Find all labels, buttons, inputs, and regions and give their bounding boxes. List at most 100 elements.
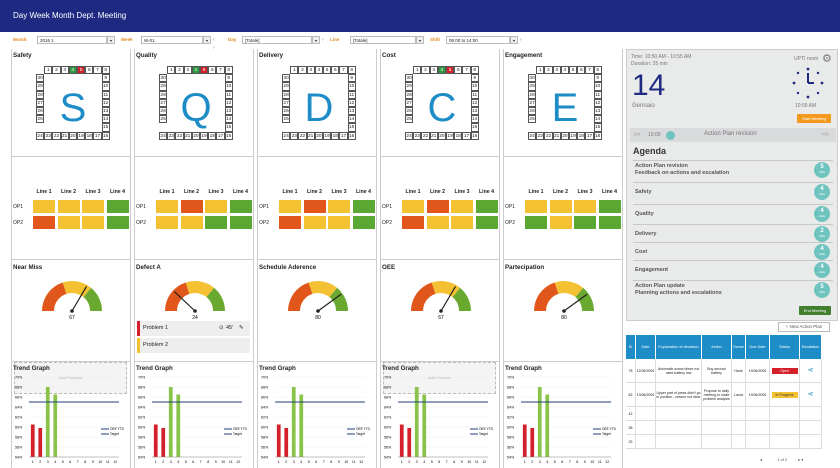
line-filter[interactable]: Line [Totale] ▾ [330,36,424,44]
calendar-day[interactable]: 29 [405,82,414,91]
calendar-day[interactable]: 30 [282,74,291,83]
new-action-plan-button[interactable]: + New Action Plan [778,322,830,332]
calendar-day[interactable]: 24 [159,131,168,140]
calendar-day[interactable]: 12 [101,98,110,107]
calendar-day[interactable]: 25 [36,115,45,124]
calendar-day[interactable]: 28 [36,90,45,99]
calendar-day[interactable]: 16 [347,131,356,140]
calendar-day[interactable]: 24 [528,131,537,140]
grid-cell[interactable] [524,215,548,230]
calendar-day[interactable]: 7 [585,66,594,75]
calendar-day[interactable]: 7 [216,66,225,75]
next-icon[interactable]: › [520,36,522,44]
calendar-day[interactable]: 13 [593,107,602,116]
calendar-day[interactable]: 8 [347,66,356,75]
calendar-day[interactable]: 26 [159,107,168,116]
calendar-day[interactable]: 17 [339,131,348,140]
calendar-day[interactable]: 15 [347,123,356,132]
day-filter[interactable]: Day [Totale] ▾ › [228,36,324,44]
table-header[interactable]: Action [702,335,732,359]
grid-cell[interactable] [597,215,622,230]
grid-cell[interactable] [32,215,56,230]
calendar-day[interactable]: 12 [224,98,233,107]
table-header[interactable]: ID [626,335,636,359]
calendar-day[interactable]: 30 [405,74,414,83]
calendar-day[interactable]: 27 [159,98,168,107]
grid-cell[interactable] [597,199,622,214]
month-filter[interactable]: Month 2016 1 ▾ [13,36,115,44]
share-icon[interactable]: ⋖ [808,391,814,398]
calendar-day[interactable]: 6 [454,66,463,75]
calendar-day[interactable]: 25 [528,115,537,124]
calendar-day[interactable]: 6 [331,66,340,75]
calendar-day[interactable]: 11 [470,90,479,99]
grid-cell[interactable] [302,199,327,214]
calendar-day[interactable]: 6 [577,66,586,75]
grid-cell[interactable] [450,199,474,214]
grid-cell[interactable] [524,199,548,214]
grid-cell[interactable] [302,215,327,230]
calendar-day[interactable]: 7 [462,66,471,75]
grid-cell[interactable] [155,215,179,230]
calendar-day[interactable]: 7 [339,66,348,75]
shift-filter[interactable]: Shift 06:00 to 14:00 ▾ › [430,36,522,44]
calendar-day[interactable]: 8 [593,66,602,75]
calendar-day[interactable]: 9 [101,74,110,83]
end-meeting-button[interactable]: End Meeting [799,306,831,315]
calendar-day[interactable]: 16 [593,131,602,140]
calendar-day[interactable]: 6 [85,66,94,75]
start-meeting-button[interactable]: Start Meeting [797,114,831,123]
calendar-day[interactable]: 2 [175,66,184,75]
calendar-day[interactable]: 3 [429,66,438,75]
calendar-day[interactable]: 26 [528,107,537,116]
calendar-day[interactable]: 10 [593,82,602,91]
calendar-day[interactable]: 15 [224,123,233,132]
calendar-day[interactable]: 10 [224,82,233,91]
month-select[interactable]: 2016 1 [37,36,107,44]
calendar-day[interactable]: 15 [470,123,479,132]
grid-cell[interactable] [56,215,81,230]
line-select[interactable]: [Totale] [350,36,416,44]
calendar-day[interactable]: 16 [224,131,233,140]
calendar-day[interactable]: 13 [224,107,233,116]
calendar-day[interactable]: 27 [282,98,291,107]
calendar-day[interactable]: 5 [569,66,578,75]
calendar-day[interactable]: 30 [159,74,168,83]
calendar-day[interactable]: 12 [470,98,479,107]
grid-cell[interactable] [105,215,130,230]
calendar-day[interactable]: 4 [437,66,446,75]
calendar-day[interactable]: 10 [470,82,479,91]
calendar-day[interactable]: 16 [101,131,110,140]
calendar-day[interactable]: 26 [405,107,414,116]
grid-cell[interactable] [401,199,425,214]
calendar-day[interactable]: 24 [405,131,414,140]
chevron-down-icon[interactable]: ▾ [510,36,518,44]
calendar-day[interactable]: 13 [101,107,110,116]
grid-cell[interactable] [351,215,376,230]
calendar-day[interactable]: 3 [183,66,192,75]
table-header[interactable]: Owner [732,335,746,359]
grid-cell[interactable] [204,215,228,230]
grid-cell[interactable] [179,215,204,230]
table-header[interactable]: Explanation of deviation [656,335,702,359]
calendar-day[interactable]: 5 [446,66,455,75]
calendar-day[interactable]: 28 [282,90,291,99]
calendar-day[interactable]: 12 [347,98,356,107]
grid-cell[interactable] [351,199,376,214]
calendar-day[interactable]: 5 [200,66,209,75]
grid-cell[interactable] [474,215,499,230]
calendar-day[interactable]: 25 [159,115,168,124]
calendar-day[interactable]: 13 [470,107,479,116]
calendar-day[interactable]: 7 [93,66,102,75]
grid-cell[interactable] [228,199,253,214]
grid-cell[interactable] [228,215,253,230]
calendar-day[interactable]: 17 [462,131,471,140]
agenda-item[interactable]: Engagement 4 min [633,260,833,279]
problem-item[interactable]: Problem 1 ⊙ 45' ✎ [137,321,250,336]
grid-cell[interactable] [327,199,351,214]
calendar-day[interactable]: 27 [528,98,537,107]
grid-cell[interactable] [179,199,204,214]
grid-cell[interactable] [401,215,425,230]
calendar-day[interactable]: 4 [560,66,569,75]
grid-cell[interactable] [327,215,351,230]
